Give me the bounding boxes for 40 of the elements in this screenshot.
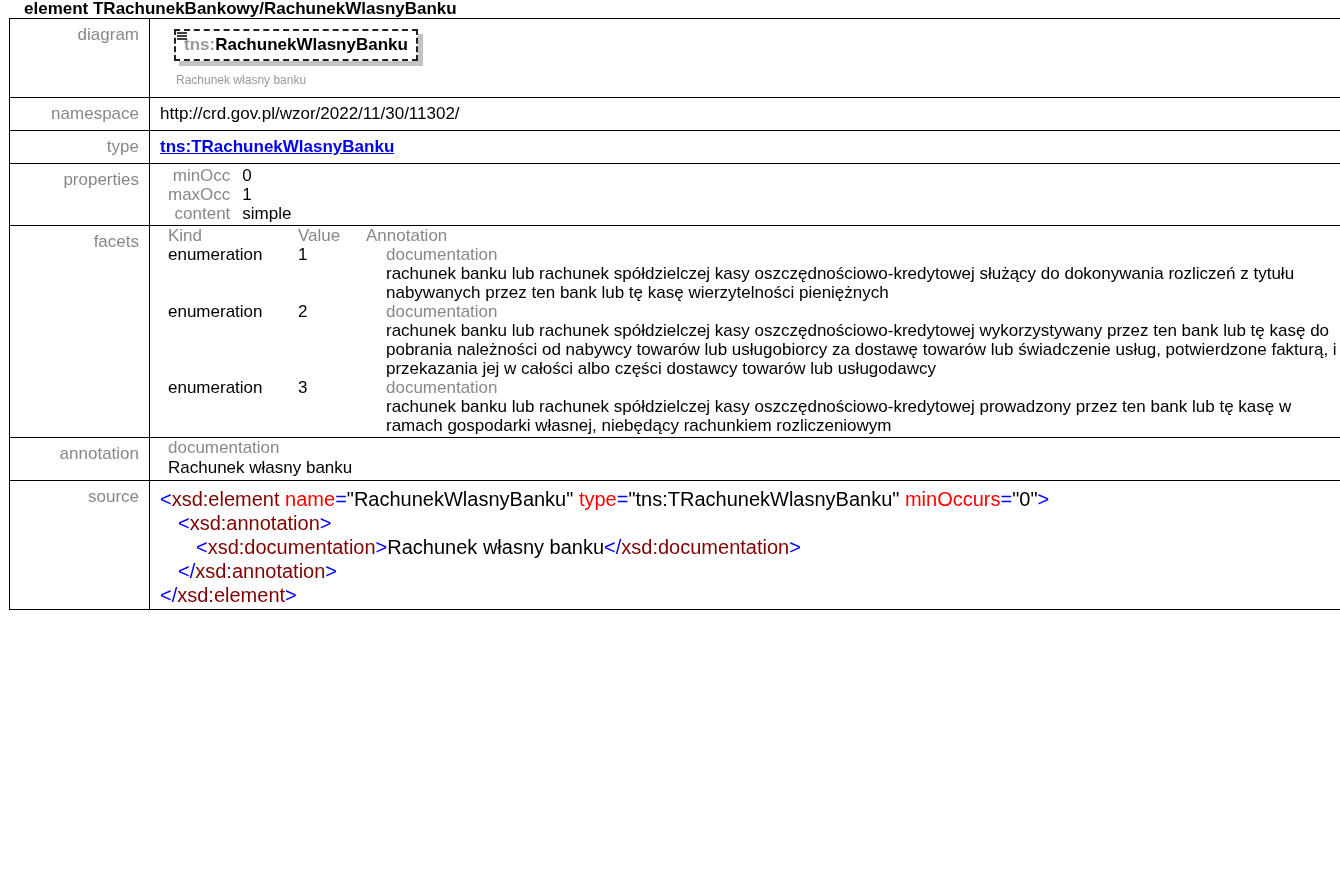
documentation-label: documentation <box>386 302 499 321</box>
documentation-label: documentation <box>386 378 499 397</box>
facet-kind: enumeration <box>168 245 264 266</box>
property-name: maxOcc <box>168 185 231 204</box>
code-line: <xsd:documentation>Rachunek własny banku</xsd:documentation> <box>195 535 802 559</box>
property-name: content <box>173 204 231 223</box>
documentation-text: rachunek banku lub rachunek spółdzielczej kasy oszczędnościowo-kredytowej służący do dokonywania rozliczeń z tytułu nabywanych przez ten bank lub tę kasę wierzytelności pieniężnych <box>386 264 1296 302</box>
facet-value: 1 <box>298 245 309 266</box>
documentation-label: documentation <box>386 245 499 264</box>
code-line: <xsd:annotation> <box>177 511 333 535</box>
facet-kind: enumeration <box>168 378 264 399</box>
namespace-value: http://crd.gov.pl/wzor/2022/11/30/11302/ <box>160 104 460 123</box>
element-caption: Rachunek własny banku <box>176 73 308 87</box>
row-label: diagram <box>77 25 139 44</box>
row-label: annotation <box>59 444 139 463</box>
row-label: source <box>87 487 139 506</box>
documentation-text: rachunek banku lub rachunek spółdzielczej kasy oszczędnościowo-kredytowej wykorzystywany przez ten bank lub tę kasę do pobrania należności od nabywcy towarów lub usługobiorcy za dostawę towarów lub świadczenie usług, potwierdzone fakturą, i przekazania jej w całości albo części dostawcy towarów lub usługodawcy <box>386 321 1338 378</box>
facet-value: 3 <box>298 378 309 399</box>
row-label: facets <box>93 232 139 251</box>
property-value: 1 <box>242 185 253 204</box>
list-icon <box>177 32 187 40</box>
property-value: simple <box>242 204 292 223</box>
type-link[interactable]: tns:TRachunekWlasnyBanku <box>160 137 395 156</box>
property-value: 0 <box>242 166 253 185</box>
page-title: element TRachunekBankowy/RachunekWlasnyBanku <box>23 0 458 18</box>
column-header: Kind <box>168 226 204 245</box>
property-name: minOcc <box>171 166 231 185</box>
facet-value: 2 <box>298 302 309 323</box>
documentation-text: rachunek banku lub rachunek spółdzielczej kasy oszczędnościowo-kredytowej prowadzony przez ten bank lub tę kasę w ramach gospodarki własnej, niebędący rachunkiem rozliczeniowym <box>386 397 1293 435</box>
code-line: </xsd:element> <box>160 583 298 607</box>
column-header: Annotation <box>366 226 449 245</box>
documentation-text: Rachunek własny banku <box>168 458 354 478</box>
row-label: namespace <box>51 104 139 123</box>
facet-kind: enumeration <box>168 302 264 323</box>
documentation-label: documentation <box>168 438 281 458</box>
code-line: <xsd:element name="RachunekWlasnyBanku" type="tns:TRachunekWlasnyBanku" minOccurs="0"> <box>160 487 1051 511</box>
row-label: properties <box>63 170 139 189</box>
code-line: </xsd:annotation> <box>177 559 339 583</box>
row-label: type <box>106 137 139 156</box>
column-header: Value <box>298 226 342 245</box>
